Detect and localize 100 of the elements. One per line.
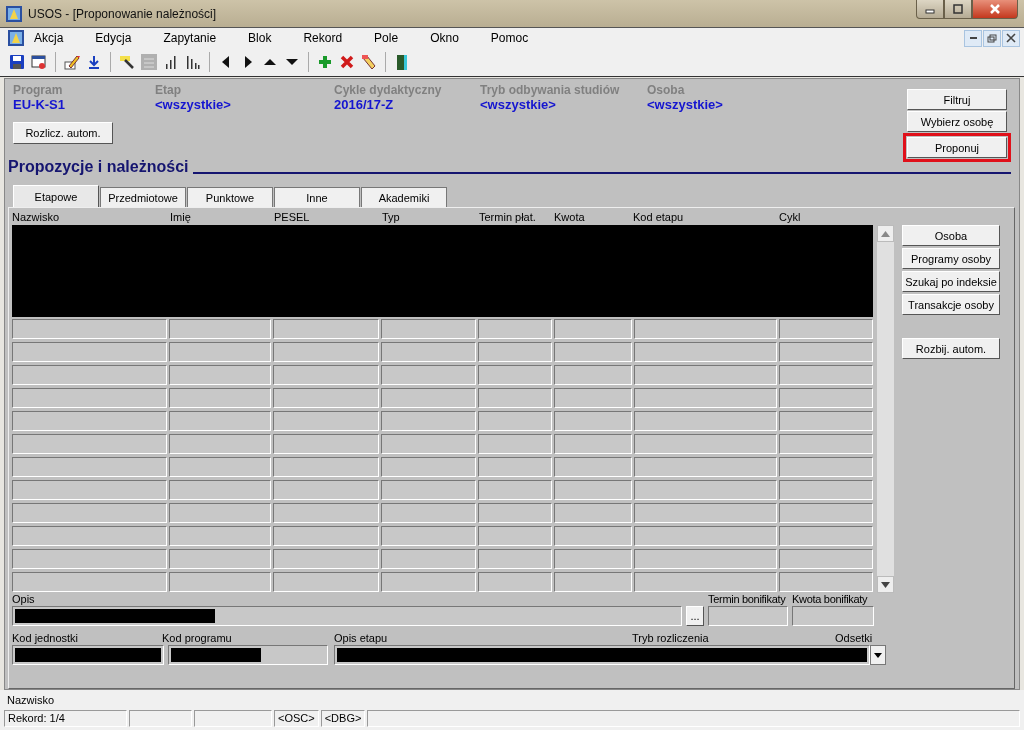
table-cell[interactable] [633,549,777,569]
table-cell[interactable] [778,549,873,569]
side-button[interactable]: Szukaj po indeksie [902,271,1000,292]
table-cell[interactable] [381,434,477,454]
table-cell[interactable] [273,434,380,454]
tab[interactable]: Przedmiotowe [100,187,186,207]
down-arrow-icon[interactable] [86,54,102,70]
table-cell[interactable] [778,319,873,339]
table-cell[interactable] [553,526,632,546]
menu-item[interactable]: Pomoc [490,31,529,45]
side-button[interactable]: Osoba [902,225,1000,246]
table-cell[interactable] [381,549,477,569]
table-cell[interactable] [169,549,272,569]
query-icon[interactable] [119,54,135,70]
print-preview-icon[interactable] [31,54,47,70]
table-cell[interactable] [12,411,168,431]
table-cell[interactable] [12,480,168,500]
table-cell[interactable] [12,434,168,454]
table-cell[interactable] [169,526,272,546]
table-cell[interactable] [553,319,632,339]
table-cell[interactable] [381,388,477,408]
menu-item[interactable]: Rekord [303,31,343,45]
menu-item[interactable]: Zapytanie [163,31,217,45]
table-cell[interactable] [381,572,477,592]
table-cell[interactable] [381,319,477,339]
table-cell[interactable] [273,319,380,339]
table-cell[interactable] [778,434,873,454]
table-cell[interactable] [778,480,873,500]
table-cell[interactable] [12,319,168,339]
save-icon[interactable] [9,54,25,70]
table-cell[interactable] [553,411,632,431]
table-cell[interactable] [633,503,777,523]
pencil-icon[interactable] [64,54,80,70]
table-cell[interactable] [633,526,777,546]
table-cell[interactable] [478,572,552,592]
auto-settle-button[interactable]: Rozlicz. autom. [13,122,113,144]
table-cell[interactable] [169,388,272,408]
tab[interactable]: Inne [274,187,360,207]
table-cell[interactable] [273,457,380,477]
menu-item[interactable]: Edycja [95,31,132,45]
table-cell[interactable] [633,457,777,477]
table-cell[interactable] [478,457,552,477]
table-cell[interactable] [478,365,552,385]
table-cell[interactable] [553,342,632,362]
table-cell[interactable] [273,342,380,362]
table-cell[interactable] [778,342,873,362]
table-cell[interactable] [778,572,873,592]
table-cell[interactable] [12,388,168,408]
close-button[interactable] [972,0,1018,19]
table-cell[interactable] [553,572,632,592]
table-cell[interactable] [381,503,477,523]
table-cell[interactable] [633,388,777,408]
menu-item[interactable]: Akcja [34,31,64,45]
tab[interactable]: Akademiki [361,187,447,207]
input-field[interactable] [792,606,874,626]
table-cell[interactable] [169,319,272,339]
table-cell[interactable] [273,365,380,385]
table-cell[interactable] [478,342,552,362]
table-cell[interactable] [273,411,380,431]
cross-icon[interactable] [339,54,355,70]
table-cell[interactable] [12,572,168,592]
table-cell[interactable] [553,388,632,408]
table-cell[interactable] [12,365,168,385]
eraser-icon[interactable] [361,54,377,70]
menu-item[interactable]: Okno [430,31,459,45]
table-cell[interactable] [478,503,552,523]
action-button[interactable]: Wybierz osobę [907,111,1007,132]
bars-icon[interactable] [163,54,179,70]
table-cell[interactable] [553,549,632,569]
table-cell[interactable] [169,503,272,523]
table-cell[interactable] [633,480,777,500]
table-cell[interactable] [12,457,168,477]
table-cell[interactable] [478,319,552,339]
table-cell[interactable] [273,388,380,408]
table-cell[interactable] [381,365,477,385]
tab[interactable]: Punktowe [187,187,273,207]
table-cell[interactable] [381,457,477,477]
scrollbar[interactable] [877,225,894,593]
menu-item[interactable]: Pole [374,31,399,45]
table-cell[interactable] [778,457,873,477]
table-cell[interactable] [273,572,380,592]
dropdown-button[interactable] [870,645,886,665]
table-cell[interactable] [478,434,552,454]
table-cell[interactable] [169,411,272,431]
side-button[interactable]: Rozbij. autom. [902,338,1000,359]
input-field[interactable] [708,606,788,626]
table-cell[interactable] [633,342,777,362]
table-cell[interactable] [169,434,272,454]
table-cell[interactable] [273,480,380,500]
table-cell[interactable] [778,388,873,408]
table-cell[interactable] [778,365,873,385]
table-cell[interactable] [478,526,552,546]
maximize-button[interactable] [944,0,972,19]
door-icon[interactable] [394,54,410,70]
table-cell[interactable] [169,342,272,362]
table-cell[interactable] [12,503,168,523]
table-cell[interactable] [778,503,873,523]
table-cell[interactable] [478,480,552,500]
more-button[interactable]: ... [686,606,704,626]
side-button[interactable]: Transakcje osoby [902,294,1000,315]
